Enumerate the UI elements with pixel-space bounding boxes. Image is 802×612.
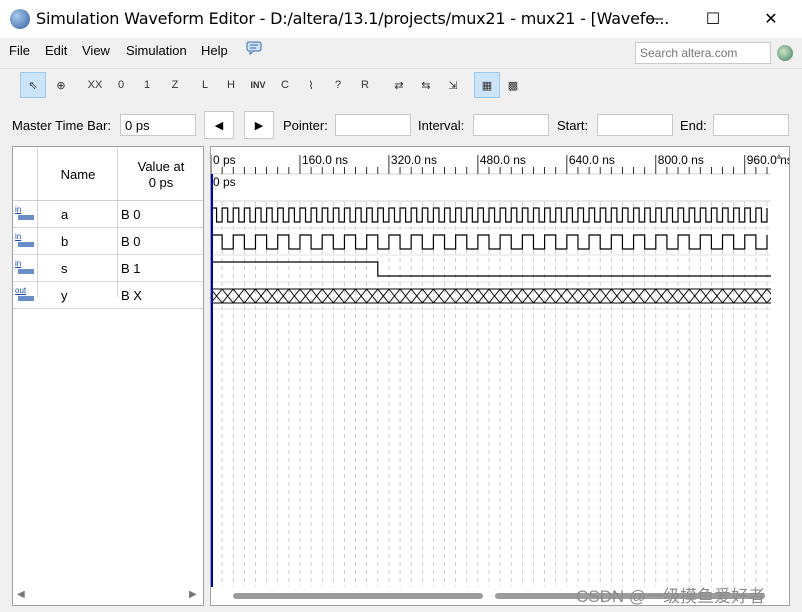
signal-name: b — [61, 234, 69, 249]
end-label: End: — [680, 118, 707, 133]
menu-help[interactable]: Help — [201, 43, 228, 58]
master-time-bar-field[interactable]: 0 ps — [120, 114, 196, 136]
scroll-up-icon[interactable]: ▲ — [774, 151, 784, 162]
menu-view[interactable]: View — [82, 43, 110, 58]
time-bar: Master Time Bar: 0 ps ◀ ▶ Pointer: Inter… — [0, 106, 802, 142]
scroll-left-icon[interactable]: ◀ — [17, 589, 25, 600]
close-button[interactable]: ✕ — [742, 0, 800, 38]
value-column-header[interactable]: Value at 0 ps — [119, 159, 203, 191]
window-title: Simulation Waveform Editor - D:/altera/1… — [36, 9, 670, 28]
signal-row[interactable]: in a B 0 — [13, 201, 203, 228]
speech-bubble-icon[interactable] — [246, 41, 262, 58]
waveform-horizontal-scroll-thumb[interactable] — [233, 593, 483, 599]
signal-row[interactable]: in s B 1 — [13, 255, 203, 282]
value-header-line1: Value at — [137, 159, 185, 174]
start-label: Start: — [557, 118, 589, 133]
start-field[interactable] — [597, 114, 673, 136]
run-functional-simulation-button[interactable]: ⇄ — [386, 72, 412, 98]
input-pin-icon: in — [15, 232, 35, 248]
random-values-button[interactable]: R — [352, 72, 378, 98]
snap-to-grid-button[interactable]: ▦ — [474, 72, 500, 98]
signal-list-horizontal-scrollbar[interactable]: ◀ ▶ — [13, 585, 203, 605]
interval-field[interactable] — [473, 114, 549, 136]
quartus-app-icon — [10, 9, 30, 29]
unknown-value-button[interactable]: XX — [82, 72, 108, 98]
signal-value: B 1 — [121, 261, 141, 276]
input-pin-icon: in — [15, 205, 35, 221]
grid-options-button[interactable]: ▩ — [500, 72, 526, 98]
minimize-button[interactable]: — — [626, 0, 684, 38]
time-ruler-label: 480.0 ns — [479, 153, 526, 167]
end-field[interactable] — [713, 114, 789, 136]
output-pin-icon: out — [15, 286, 35, 302]
chevron-right-icon: ▶ — [254, 119, 264, 132]
forcing-high-button[interactable]: 1 — [134, 72, 160, 98]
forcing-low-button[interactable]: 0 — [108, 72, 134, 98]
pointer-field[interactable] — [335, 114, 411, 136]
signal-value: B X — [121, 288, 142, 303]
time-ruler-label: 800.0 ns — [657, 153, 704, 167]
signal-name: a — [61, 207, 69, 222]
menu-file[interactable]: File — [9, 43, 30, 58]
signal-list-header: Name Value at 0 ps — [13, 147, 203, 201]
waveform-vertical-scrollbar[interactable]: ▲ — [769, 147, 789, 605]
search-input[interactable] — [635, 42, 771, 64]
signal-name: y — [61, 288, 68, 303]
simulation-waveform-editor-window: Simulation Waveform Editor - D:/altera/1… — [0, 0, 802, 612]
previous-transition-button[interactable]: ◀ — [204, 111, 234, 139]
menu-simulation[interactable]: Simulation — [126, 43, 187, 58]
waveform-panel[interactable]: 0 ps 160.0 ns 320.0 ns 480.0 ns 640.0 ns 800.… — [210, 146, 790, 606]
weak-low-button[interactable]: L — [192, 72, 218, 98]
maximize-button[interactable]: ☐ — [684, 0, 742, 38]
time-ruler-label: 640.0 ns — [568, 153, 615, 167]
run-timing-simulation-button[interactable]: ⇆ — [413, 72, 439, 98]
globe-icon[interactable] — [777, 45, 793, 61]
pointer-label: Pointer: — [283, 118, 328, 133]
signal-value: B 0 — [121, 207, 141, 222]
selection-tool-button[interactable]: ⇖ — [20, 72, 46, 98]
clock-button[interactable]: ⌇ — [298, 72, 324, 98]
interval-label: Interval: — [418, 118, 465, 133]
menu-edit[interactable]: Edit — [45, 43, 67, 58]
clock-waveform — [211, 234, 768, 250]
next-transition-button[interactable]: ▶ — [244, 111, 274, 139]
signal-row[interactable]: in b B 0 — [13, 228, 203, 255]
count-value-button[interactable]: C — [272, 72, 298, 98]
weak-high-button[interactable]: H — [218, 72, 244, 98]
time-ruler-label: 160.0 ns — [301, 153, 348, 167]
select-waveform — [211, 261, 771, 277]
time-ruler-label: 320.0 ns — [390, 153, 437, 167]
name-column-header[interactable]: Name — [39, 167, 117, 182]
invert-button[interactable]: INV — [245, 72, 271, 98]
signal-list-panel: Name Value at 0 ps in a B 0 in b B 0 in s B 1 out… — [12, 146, 204, 606]
time-ruler-label: 0 ps — [213, 153, 236, 167]
scroll-right-icon[interactable]: ▶ — [189, 589, 197, 600]
clock-waveform — [211, 207, 768, 223]
arbitrary-value-button[interactable]: ? — [325, 72, 351, 98]
title-bar: Simulation Waveform Editor - D:/altera/1… — [0, 0, 802, 38]
master-time-bar-label: Master Time Bar: — [12, 118, 111, 133]
unknown-waveform — [211, 288, 771, 304]
toolbar: ⇖ ⊕ XX 0 1 Z L H INV C ⌇? R ⇄ ⇆ ⇲ ▦ ▩ — [0, 68, 802, 102]
signal-name: s — [61, 261, 68, 276]
zoom-tool-button[interactable]: ⊕ — [48, 72, 74, 98]
chevron-left-icon: ◀ — [214, 119, 224, 132]
waveform-canvas[interactable] — [211, 147, 771, 587]
generate-netlist-button[interactable]: ⇲ — [440, 72, 466, 98]
signal-value: B 0 — [121, 234, 141, 249]
high-impedance-button[interactable]: Z — [162, 72, 188, 98]
input-pin-icon: in — [15, 259, 35, 275]
value-header-line2: 0 ps — [148, 175, 174, 190]
signal-row[interactable]: out y B X — [13, 282, 203, 309]
master-time-bar-cursor-label: 0 ps — [213, 175, 236, 189]
csdn-watermark: CSDN @一级摸鱼爱好者 — [576, 587, 766, 606]
